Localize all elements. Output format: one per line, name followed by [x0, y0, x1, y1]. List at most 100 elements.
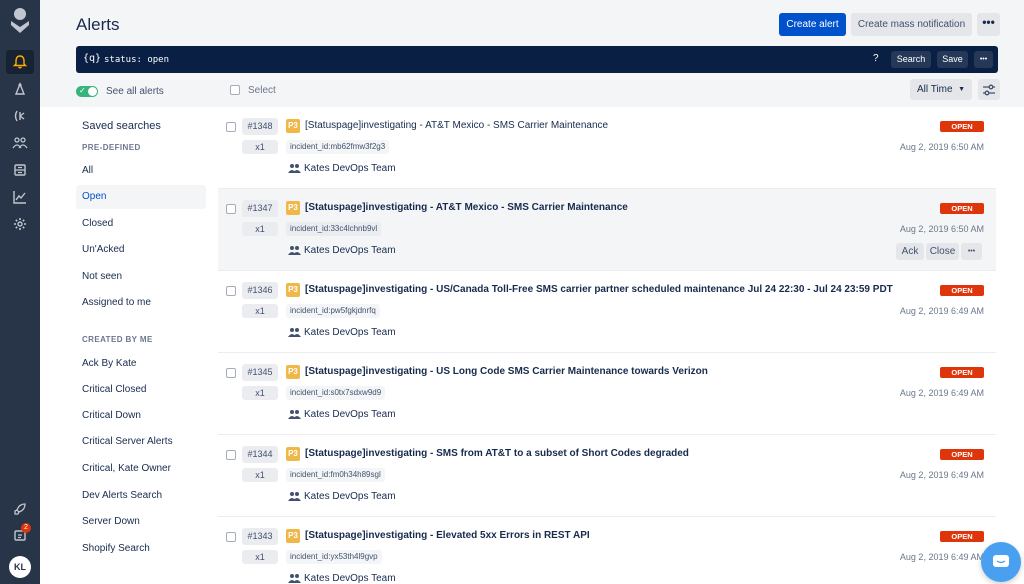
team-icon [288, 574, 301, 583]
create-alert-button[interactable]: Create alert [779, 13, 846, 36]
alert-count: x1 [242, 222, 278, 236]
saved-search-all[interactable]: All [76, 159, 206, 183]
services-icon[interactable] [6, 158, 34, 182]
alert-team[interactable]: Kates DevOps Team [304, 491, 396, 502]
saved-search-closed[interactable]: Closed [76, 212, 206, 236]
saved-search-shopify-search[interactable]: Shopify Search [76, 537, 206, 561]
alert-checkbox[interactable] [226, 204, 236, 214]
priority-badge: P3 [286, 365, 300, 379]
alert-count: x1 [242, 140, 278, 154]
saved-searches-title: Saved searches [82, 120, 161, 132]
saved-search-dev-alerts-search[interactable]: Dev Alerts Search [76, 484, 206, 508]
team-icon [288, 164, 301, 173]
search-more-button[interactable]: ••• [974, 51, 993, 68]
alert-tag[interactable]: incident_id:fm0h34h89sgl [286, 468, 385, 482]
alert-message[interactable]: [Statuspage]investigating - US/Canada To… [305, 284, 893, 295]
team-icon [288, 328, 301, 337]
rocket-icon[interactable] [6, 497, 34, 521]
alert-row[interactable]: #1343 x1 P3 [Statuspage]investigating - … [218, 517, 996, 584]
saved-search-critical-server-alerts[interactable]: Critical Server Alerts [76, 430, 206, 454]
alert-message[interactable]: [Statuspage]investigating - AT&T Mexico … [305, 120, 608, 131]
alert-timestamp: Aug 2, 2019 6:49 AM [899, 388, 984, 398]
close-button[interactable]: Close [926, 243, 959, 260]
status-badge: OPEN [940, 367, 984, 378]
alert-tag[interactable]: incident_id:33c4lchnb9vl [286, 222, 382, 236]
search-input[interactable] [104, 52, 864, 67]
saved-search-open[interactable]: Open [76, 185, 206, 209]
incidents-icon[interactable] [6, 77, 34, 101]
save-search-button[interactable]: Save [937, 51, 968, 68]
see-all-alerts-toggle[interactable]: ✓ [76, 86, 98, 97]
search-button[interactable]: Search [891, 51, 931, 68]
alert-row[interactable]: #1346 x1 P3 [Statuspage]investigating - … [218, 271, 996, 353]
alert-team[interactable]: Kates DevOps Team [304, 163, 396, 174]
saved-search-assigned-to-me[interactable]: Assigned to me [76, 291, 206, 315]
alert-row[interactable]: #1347 x1 P3 [Statuspage]investigating - … [218, 189, 996, 271]
status-badge: OPEN [940, 121, 984, 132]
heartbeat-icon[interactable] [6, 104, 34, 128]
teams-icon[interactable] [6, 131, 34, 155]
select-all-checkbox[interactable] [230, 85, 240, 95]
alert-checkbox[interactable] [226, 368, 236, 378]
alert-message[interactable]: [Statuspage]investigating - US Long Code… [305, 366, 708, 377]
alert-row[interactable]: #1345 x1 P3 [Statuspage]investigating - … [218, 353, 996, 435]
create-mass-notification-button[interactable]: Create mass notification [851, 13, 972, 36]
alert-number: #1343 [242, 528, 278, 545]
time-filter-value: All Time [917, 84, 953, 95]
status-badge: OPEN [940, 203, 984, 214]
alert-checkbox[interactable] [226, 450, 236, 460]
priority-badge: P3 [286, 447, 300, 461]
alert-checkbox[interactable] [226, 286, 236, 296]
toggle-knob [88, 87, 97, 96]
alert-tag[interactable]: incident_id:pw5fgkjdnrfq [286, 304, 380, 318]
priority-badge: P3 [286, 201, 300, 215]
saved-search-server-down[interactable]: Server Down [76, 510, 206, 534]
filter-settings-icon[interactable] [978, 79, 1000, 100]
alert-count: x1 [242, 550, 278, 564]
alert-checkbox[interactable] [226, 122, 236, 132]
alert-team[interactable]: Kates DevOps Team [304, 245, 396, 256]
alert-tag[interactable]: incident_id:s0tx7sdxw9d9 [286, 386, 386, 400]
alert-team[interactable]: Kates DevOps Team [304, 409, 396, 420]
alert-number: #1347 [242, 200, 278, 217]
saved-search-critical-closed[interactable]: Critical Closed [76, 378, 206, 402]
alert-message[interactable]: [Statuspage]investigating - AT&T Mexico … [305, 202, 628, 213]
saved-search-ack-by-kate[interactable]: Ack By Kate [76, 352, 206, 376]
alert-team[interactable]: Kates DevOps Team [304, 573, 396, 584]
status-badge: OPEN [940, 531, 984, 542]
search-help-icon[interactable]: ? [873, 53, 879, 64]
check-icon: ✓ [79, 86, 86, 95]
alert-checkbox[interactable] [226, 532, 236, 542]
saved-search-critical-down[interactable]: Critical Down [76, 404, 206, 428]
alert-message[interactable]: [Statuspage]investigating - Elevated 5xx… [305, 530, 590, 541]
user-avatar[interactable]: KL [9, 556, 31, 578]
settings-gear-icon[interactable] [6, 212, 34, 236]
header-more-button[interactable]: ••• [977, 13, 1000, 36]
ack-button[interactable]: Ack [896, 243, 924, 260]
alert-message[interactable]: [Statuspage]investigating - SMS from AT&… [305, 448, 689, 459]
chat-launcher-icon[interactable] [981, 542, 1021, 582]
see-all-alerts-label: See all alerts [106, 86, 164, 97]
saved-search-not-seen[interactable]: Not seen [76, 265, 206, 289]
row-more-button[interactable]: ••• [961, 243, 982, 260]
saved-search-critical-kate-owner[interactable]: Critical, Kate Owner [76, 457, 206, 481]
alert-number: #1345 [242, 364, 278, 381]
alert-team[interactable]: Kates DevOps Team [304, 327, 396, 338]
notifications-icon[interactable]: 2 [6, 523, 34, 547]
saved-search-unacked[interactable]: Un'Acked [76, 238, 206, 262]
notification-count-badge: 2 [21, 523, 31, 533]
team-icon [288, 246, 301, 255]
alerts-bell-icon[interactable] [6, 50, 34, 74]
alert-tag[interactable]: incident_id:mb62fmw3f2g3 [286, 140, 390, 154]
time-filter-select[interactable]: All Time ▼ [910, 79, 972, 100]
status-badge: OPEN [940, 285, 984, 296]
priority-badge: P3 [286, 283, 300, 297]
analytics-icon[interactable] [6, 185, 34, 209]
alert-tag[interactable]: incident_id:yx53th4l9gvp [286, 550, 382, 564]
priority-badge: P3 [286, 529, 300, 543]
page-title: Alerts [76, 15, 120, 34]
status-badge: OPEN [940, 449, 984, 460]
alert-row[interactable]: #1348 x1 P3 [Statuspage]investigating - … [218, 107, 996, 189]
opsgenie-logo-icon[interactable] [9, 6, 31, 36]
alert-row[interactable]: #1344 x1 P3 [Statuspage]investigating - … [218, 435, 996, 517]
